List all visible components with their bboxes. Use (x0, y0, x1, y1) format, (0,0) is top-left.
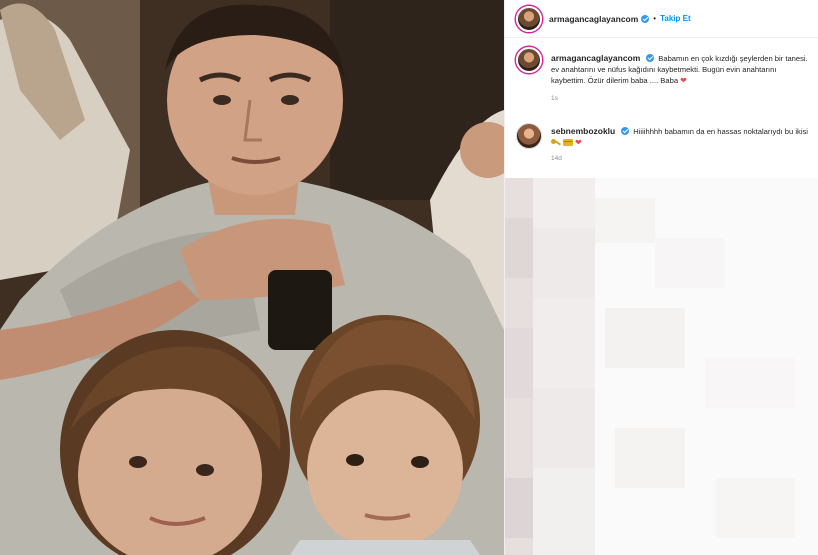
reply-text-block: sebnembozoklu Hiiiihhhh babamın da en has… (551, 126, 812, 148)
verified-badge-icon (641, 14, 650, 23)
reply-text: Hiiiihhhh babamın da en hassas noktaları… (633, 127, 808, 136)
heart-icon: ❤ (680, 76, 687, 85)
key-emoji-icon (551, 139, 561, 146)
reply-timestamp[interactable]: 14d (551, 155, 812, 162)
caption-comment: armagancaglayancom Babamın en çok kızdığı… (516, 47, 812, 102)
id-card-emoji-icon (563, 139, 573, 146)
post-side-panel: armagancaglayancom • Takip Et armagancag… (504, 0, 818, 555)
header-username[interactable]: armagancaglayancom (549, 14, 638, 24)
follow-button[interactable]: Takip Et (660, 14, 691, 23)
caption-timestamp[interactable]: 1s (551, 95, 812, 102)
caption-username[interactable]: armagancaglayancom (551, 53, 640, 63)
caption-avatar[interactable] (516, 47, 542, 73)
header-separator: • (653, 14, 657, 23)
verified-badge-icon (646, 54, 655, 62)
verified-badge-icon (621, 127, 630, 135)
reply-comment: sebnembozoklu Hiiiihhhh babamın da en has… (516, 123, 812, 162)
post-photo (0, 0, 504, 555)
heart-icon: ❤ (575, 138, 582, 147)
family-photo-illustration (0, 0, 504, 555)
pixelated-content-area (505, 178, 818, 555)
reply-avatar[interactable] (516, 123, 542, 149)
caption-text-block: armagancaglayancom Babamın en çok kızdığı… (551, 53, 812, 86)
author-avatar[interactable] (516, 5, 542, 32)
reply-username[interactable]: sebnembozoklu (551, 126, 615, 136)
post-header: armagancaglayancom • Takip Et (505, 0, 818, 38)
